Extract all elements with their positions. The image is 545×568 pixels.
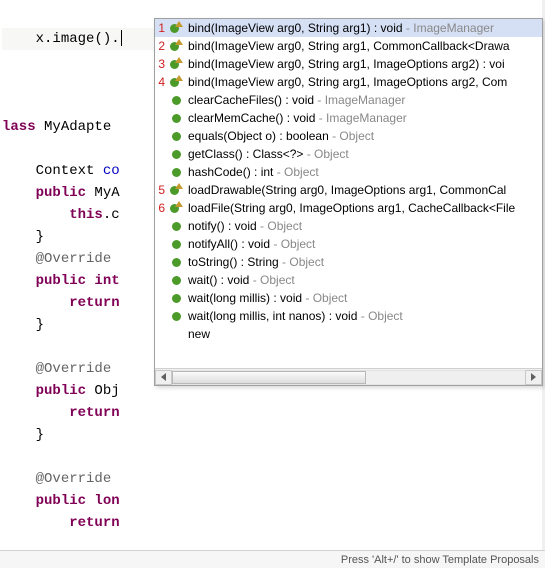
autocomplete-list[interactable]: 1 bind(ImageView arg0, String arg1) : voi… [155,19,542,368]
autocomplete-item[interactable]: 3 bind(ImageView arg0, String arg1, Image… [155,55,542,73]
autocomplete-item-label: clearMemCache() : void - ImageManager [188,111,540,125]
relevance-rank: 1 [155,21,165,35]
autocomplete-item-label: wait(long millis, int nanos) : void - Ob… [188,309,540,323]
autocomplete-item[interactable]: 0 wait() : void - Object [155,271,542,289]
status-bar: Press 'Alt+/' to show Template Proposals [0,550,545,568]
autocomplete-item[interactable]: 0 getClass() : Class<?> - Object [155,145,542,163]
autocomplete-item-label: bind(ImageView arg0, String arg1, Common… [188,39,540,53]
code-text: lass MyAdapte Context co public MyA this… [2,119,120,531]
chevron-right-icon [531,373,536,381]
public-method-override-icon [168,21,184,35]
autocomplete-item[interactable]: 5 loadDrawable(String arg0, ImageOptions … [155,181,542,199]
keyword-icon [168,327,184,341]
public-method-icon [168,165,184,179]
public-method-override-icon [168,57,184,71]
autocomplete-item[interactable]: 0 hashCode() : int - Object [155,163,542,181]
autocomplete-item[interactable]: 4 bind(ImageView arg0, String arg1, Image… [155,73,542,91]
autocomplete-item[interactable]: 0 toString() : String - Object [155,253,542,271]
relevance-rank: 5 [155,183,165,197]
scroll-left-button[interactable] [155,370,172,385]
autocomplete-item-label: equals(Object o) : boolean - Object [188,129,540,143]
autocomplete-item-label: clearCacheFiles() : void - ImageManager [188,93,540,107]
autocomplete-item-label: toString() : String - Object [188,255,540,269]
autocomplete-item-label: hashCode() : int - Object [188,165,540,179]
autocomplete-item-label: bind(ImageView arg0, String arg1, ImageO… [188,75,540,89]
autocomplete-item[interactable]: 0 notify() : void - Object [155,217,542,235]
public-method-icon [168,255,184,269]
public-method-icon [168,93,184,107]
autocomplete-item[interactable]: 0 new [155,325,542,343]
autocomplete-item-label: new [188,327,540,341]
relevance-rank: 0 [155,237,165,251]
autocomplete-item[interactable]: 0 wait(long millis, int nanos) : void - O… [155,307,542,325]
public-method-override-icon [168,39,184,53]
public-method-override-icon [168,75,184,89]
relevance-rank: 0 [155,147,165,161]
relevance-rank: 0 [155,111,165,125]
public-method-icon [168,237,184,251]
relevance-rank: 0 [155,273,165,287]
relevance-rank: 0 [155,219,165,233]
autocomplete-item-label: bind(ImageView arg0, String arg1) : void… [188,21,540,35]
relevance-rank: 6 [155,201,165,215]
public-method-override-icon [168,201,184,215]
relevance-rank: 2 [155,39,165,53]
autocomplete-item[interactable]: 6 loadFile(String arg0, ImageOptions arg1… [155,199,542,217]
autocomplete-item-label: getClass() : Class<?> - Object [188,147,540,161]
code-text: x.image(). [2,31,120,47]
chevron-left-icon [161,373,166,381]
relevance-rank: 0 [155,291,165,305]
status-hint: Press 'Alt+/' to show Template Proposals [341,554,539,566]
autocomplete-item[interactable]: 0 equals(Object o) : boolean - Object [155,127,542,145]
autocomplete-item-label: wait() : void - Object [188,273,540,287]
autocomplete-item[interactable]: 0 notifyAll() : void - Object [155,235,542,253]
autocomplete-item-label: bind(ImageView arg0, String arg1, ImageO… [188,57,540,71]
relevance-rank: 4 [155,75,165,89]
autocomplete-item[interactable]: 0 wait(long millis) : void - Object [155,289,542,307]
relevance-rank: 0 [155,165,165,179]
autocomplete-item[interactable]: 2 bind(ImageView arg0, String arg1, Commo… [155,37,542,55]
public-method-icon [168,219,184,233]
scrollbar-thumb[interactable] [172,371,366,384]
autocomplete-horizontal-scrollbar[interactable] [155,368,542,385]
autocomplete-popup[interactable]: 1 bind(ImageView arg0, String arg1) : voi… [154,18,543,386]
relevance-rank: 0 [155,309,165,323]
autocomplete-item-label: wait(long millis) : void - Object [188,291,540,305]
scroll-right-button[interactable] [525,370,542,385]
autocomplete-item[interactable]: 0 clearCacheFiles() : void - ImageManager [155,91,542,109]
scrollbar-track[interactable] [172,370,525,385]
autocomplete-item-label: loadFile(String arg0, ImageOptions arg1,… [188,201,540,215]
autocomplete-item[interactable]: 1 bind(ImageView arg0, String arg1) : voi… [155,19,542,37]
public-method-override-icon [168,183,184,197]
relevance-rank: 0 [155,255,165,269]
text-caret [121,30,122,46]
autocomplete-item-label: loadDrawable(String arg0, ImageOptions a… [188,183,540,197]
public-method-icon [168,273,184,287]
relevance-rank: 3 [155,57,165,71]
autocomplete-item-label: notifyAll() : void - Object [188,237,540,251]
public-method-icon [168,111,184,125]
public-method-icon [168,291,184,305]
relevance-rank: 0 [155,129,165,143]
relevance-rank: 0 [155,93,165,107]
autocomplete-item-label: notify() : void - Object [188,219,540,233]
public-method-icon [168,129,184,143]
autocomplete-item[interactable]: 0 clearMemCache() : void - ImageManager [155,109,542,127]
relevance-rank: 0 [155,327,165,341]
public-method-icon [168,147,184,161]
public-method-icon [168,309,184,323]
